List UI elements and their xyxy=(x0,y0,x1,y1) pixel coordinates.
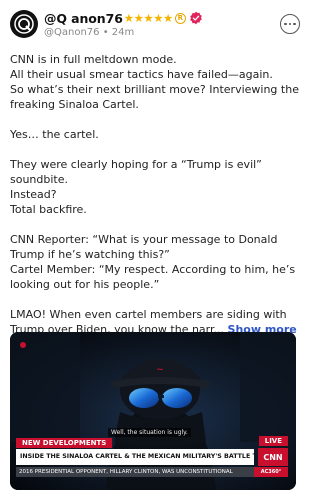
avatar[interactable] xyxy=(10,10,38,38)
recording-dot-icon xyxy=(20,342,26,348)
display-name[interactable]: @Q anon76 xyxy=(44,11,123,26)
post-paragraph: CNN is in full meltdown mode. All their … xyxy=(10,53,299,111)
handle-line: @Qanon76 • 24m xyxy=(44,27,134,38)
news-ticker: 2016 PRESIDENTIAL OPPONENT, HILLARY CLIN… xyxy=(16,467,254,477)
name-line: @Q anon76 ★★★★★ R xyxy=(44,10,203,26)
ticker-badge: AC360° xyxy=(254,467,288,477)
post-body: CNN is in full meltdown mode. All their … xyxy=(10,52,300,337)
post-header: @Q anon76 ★★★★★ R @Qanon76 • 24m xyxy=(10,8,300,42)
separator: • xyxy=(99,27,112,38)
timestamp: 24m xyxy=(111,27,135,38)
news-tag: NEW DEVELOPMENTS xyxy=(16,438,113,448)
cnn-logo: CNN xyxy=(258,448,288,466)
more-options-icon[interactable] xyxy=(280,14,300,34)
registered-icon: R xyxy=(174,12,186,24)
post-paragraph: Yes… the cartel. xyxy=(10,128,99,141)
news-headline: INSIDE THE SINALOA CARTEL & THE MEXICAN … xyxy=(16,449,254,465)
verified-badge-icon xyxy=(190,11,202,25)
handle[interactable]: @Qanon76 xyxy=(44,27,100,38)
q-logo-icon xyxy=(14,14,34,34)
post-paragraph: They were clearly hoping for a “Trump is… xyxy=(10,158,262,216)
star-rating-icon: ★★★★★ xyxy=(123,11,174,25)
video-thumbnail[interactable]: ~ Well, the situation is ugly. NEW DEVEL… xyxy=(10,332,296,490)
svg-text:~: ~ xyxy=(156,365,164,375)
news-lower-third: NEW DEVELOPMENTS LIVE INSIDE THE SINALOA… xyxy=(10,436,296,490)
post-paragraph: CNN Reporter: “What is your message to D… xyxy=(10,233,296,291)
live-tag: LIVE xyxy=(258,436,288,446)
